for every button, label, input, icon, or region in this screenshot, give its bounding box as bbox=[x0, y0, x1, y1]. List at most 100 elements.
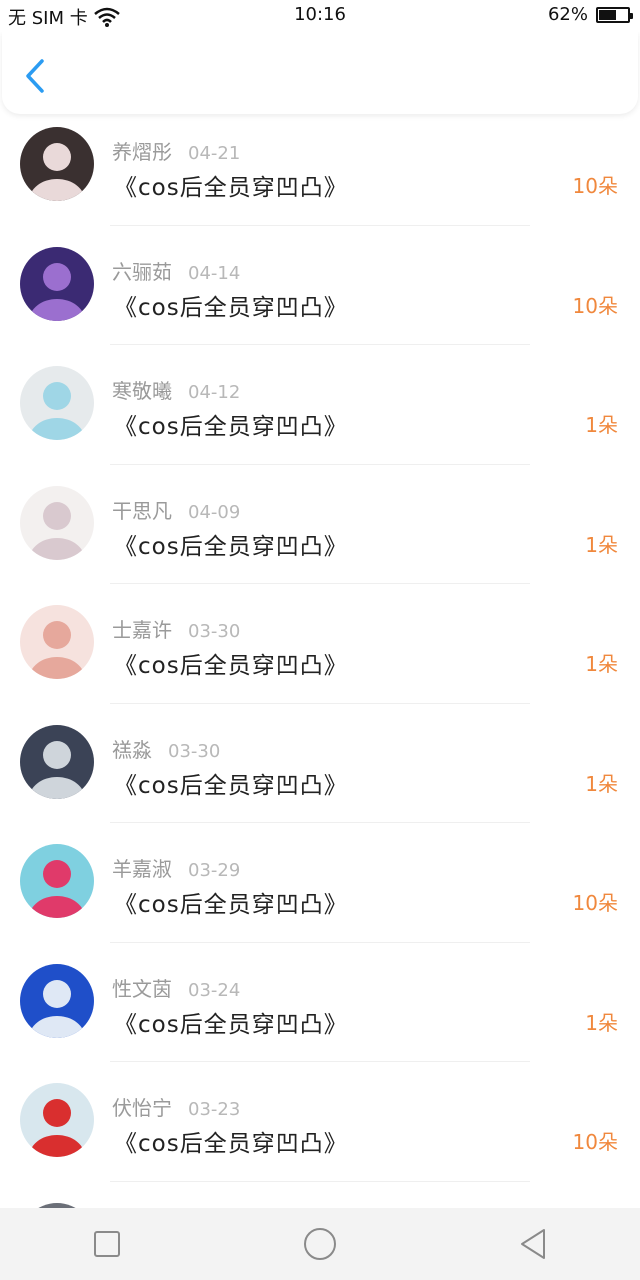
avatar-image bbox=[20, 485, 94, 560]
avatar[interactable] bbox=[20, 127, 94, 201]
divider bbox=[110, 463, 530, 465]
battery-level bbox=[599, 9, 617, 20]
triangle-back-icon bbox=[521, 1229, 546, 1259]
user-line: 羊嘉淑 03-29 bbox=[112, 853, 240, 882]
date: 04-12 bbox=[188, 382, 241, 403]
divider bbox=[110, 583, 530, 584]
user-line: 六骊茹 04-14 bbox=[112, 256, 240, 285]
divider bbox=[110, 224, 530, 226]
date: 03-30 bbox=[188, 621, 241, 642]
flower-amount: 10朵 bbox=[572, 891, 618, 915]
list-item[interactable]: 干思凡 04-09 《cos后全员穿凹凸》 1朵 bbox=[0, 477, 640, 597]
top-bar bbox=[2, 32, 638, 114]
book-title: 《cos后全员穿凹凸》 bbox=[114, 772, 348, 799]
list-item[interactable]: 羊嘉淑 03-29 《cos后全员穿凹凸》 10朵 bbox=[0, 835, 640, 955]
avatar-image bbox=[20, 963, 94, 1038]
date: 03-29 bbox=[188, 860, 241, 881]
list-item[interactable]: 士嘉许 03-30 《cos后全员穿凹凸》 1朵 bbox=[0, 596, 640, 716]
user-name[interactable]: 士嘉许 bbox=[112, 618, 172, 642]
user-line: 干思凡 04-09 bbox=[112, 495, 240, 524]
user-line: 士嘉许 03-30 bbox=[112, 614, 240, 643]
avatar-head bbox=[43, 860, 71, 888]
nav-back-button[interactable] bbox=[513, 1224, 553, 1264]
user-name[interactable]: 寒敬曦 bbox=[112, 379, 172, 403]
avatar-image bbox=[20, 246, 94, 321]
clock: 10:16 bbox=[294, 4, 346, 25]
home-button[interactable] bbox=[300, 1224, 340, 1264]
avatar-head bbox=[43, 979, 71, 1008]
avatar[interactable] bbox=[20, 963, 94, 1038]
user-line: 性文茵 03-24 bbox=[112, 973, 240, 1002]
avatar[interactable] bbox=[20, 605, 94, 679]
book-title: 《cos后全员穿凹凸》 bbox=[114, 653, 348, 679]
avatar[interactable] bbox=[20, 844, 94, 918]
recent-apps-button[interactable] bbox=[87, 1224, 127, 1264]
status-right: 62% bbox=[547, 4, 633, 25]
avatar[interactable] bbox=[20, 246, 94, 321]
list-item-partial[interactable] bbox=[0, 1194, 640, 1208]
book-title: 《cos后全员穿凹凸》 bbox=[114, 1011, 348, 1038]
book-title: 《cos后全员穿凹凸》 bbox=[114, 1131, 348, 1157]
list-item[interactable]: 寒敬曦 04-12 《cos后全员穿凹凸》 1朵 bbox=[0, 357, 640, 477]
user-name[interactable]: 禚淼 bbox=[112, 738, 152, 762]
avatar-image bbox=[20, 844, 94, 918]
square-icon bbox=[93, 1231, 120, 1257]
list-item[interactable]: 性文茵 03-24 《cos后全员穿凹凸》 1朵 bbox=[0, 955, 640, 1075]
battery-icon bbox=[596, 6, 633, 23]
divider bbox=[110, 344, 530, 345]
flower-amount: 1朵 bbox=[585, 771, 618, 796]
user-name[interactable]: 干思凡 bbox=[112, 499, 172, 523]
date: 04-21 bbox=[188, 143, 241, 164]
avatar-head bbox=[43, 143, 71, 171]
book-title: 《cos后全员穿凹凸》 bbox=[114, 294, 348, 321]
avatar-image bbox=[20, 127, 94, 201]
date: 04-09 bbox=[188, 501, 241, 523]
list-item[interactable]: 六骊茹 04-14 《cos后全员穿凹凸》 10朵 bbox=[0, 238, 640, 358]
flower-amount: 1朵 bbox=[585, 532, 618, 557]
flower-amount: 10朵 bbox=[572, 293, 618, 318]
avatar-image bbox=[20, 366, 94, 440]
list-item[interactable]: 禚淼 03-30 《cos后全员穿凹凸》 1朵 bbox=[0, 716, 640, 836]
avatar-image bbox=[20, 605, 94, 679]
status-bar: 无 SIM 卡 10:16 62% bbox=[0, 0, 640, 32]
flower-amount: 1朵 bbox=[585, 652, 618, 676]
list-item[interactable]: 伏怡宁 03-23 《cos后全员穿凹凸》 10朵 bbox=[0, 1074, 640, 1194]
user-name[interactable]: 性文茵 bbox=[112, 977, 172, 1001]
user-name[interactable]: 伏怡宁 bbox=[112, 1096, 172, 1120]
list-item[interactable]: 养熠彤 04-21 《cos后全员穿凹凸》 10朵 bbox=[0, 118, 640, 238]
avatar[interactable] bbox=[20, 1083, 94, 1157]
gift-record-list: 养熠彤 04-21 《cos后全员穿凹凸》 10朵 六骊茹 04-14 《cos后全… bbox=[0, 118, 640, 1208]
avatar[interactable] bbox=[20, 724, 94, 799]
date: 03-24 bbox=[188, 979, 241, 1001]
avatar-image bbox=[20, 1083, 94, 1157]
avatar[interactable] bbox=[20, 485, 94, 560]
back-button[interactable] bbox=[22, 58, 52, 94]
avatar-head bbox=[43, 501, 71, 530]
flower-amount: 10朵 bbox=[572, 1130, 618, 1154]
divider bbox=[110, 1061, 530, 1062]
circle-home-icon bbox=[303, 1228, 336, 1260]
avatar-head bbox=[43, 1099, 71, 1127]
avatar-head bbox=[43, 621, 71, 649]
date: 04-14 bbox=[188, 262, 241, 284]
book-title: 《cos后全员穿凹凸》 bbox=[114, 892, 348, 918]
user-line: 禚淼 03-30 bbox=[112, 734, 220, 763]
user-name[interactable]: 养熠彤 bbox=[112, 140, 172, 164]
divider bbox=[110, 1180, 530, 1182]
flower-amount: 1朵 bbox=[585, 413, 618, 437]
user-name[interactable]: 羊嘉淑 bbox=[112, 857, 172, 881]
user-line: 伏怡宁 03-23 bbox=[112, 1092, 240, 1121]
divider bbox=[110, 702, 530, 704]
date: 03-30 bbox=[168, 740, 221, 762]
battery-percent: 62% bbox=[547, 4, 588, 25]
user-line: 寒敬曦 04-12 bbox=[112, 375, 240, 404]
avatar-head bbox=[43, 262, 71, 291]
flower-amount: 1朵 bbox=[585, 1010, 618, 1035]
user-name[interactable]: 六骊茹 bbox=[112, 260, 172, 284]
avatar[interactable] bbox=[20, 366, 94, 440]
avatar-head bbox=[43, 740, 71, 769]
system-nav-bar bbox=[0, 1208, 640, 1280]
chevron-left-icon bbox=[26, 59, 44, 93]
avatar-head bbox=[43, 382, 71, 410]
book-title: 《cos后全员穿凹凸》 bbox=[114, 175, 348, 201]
